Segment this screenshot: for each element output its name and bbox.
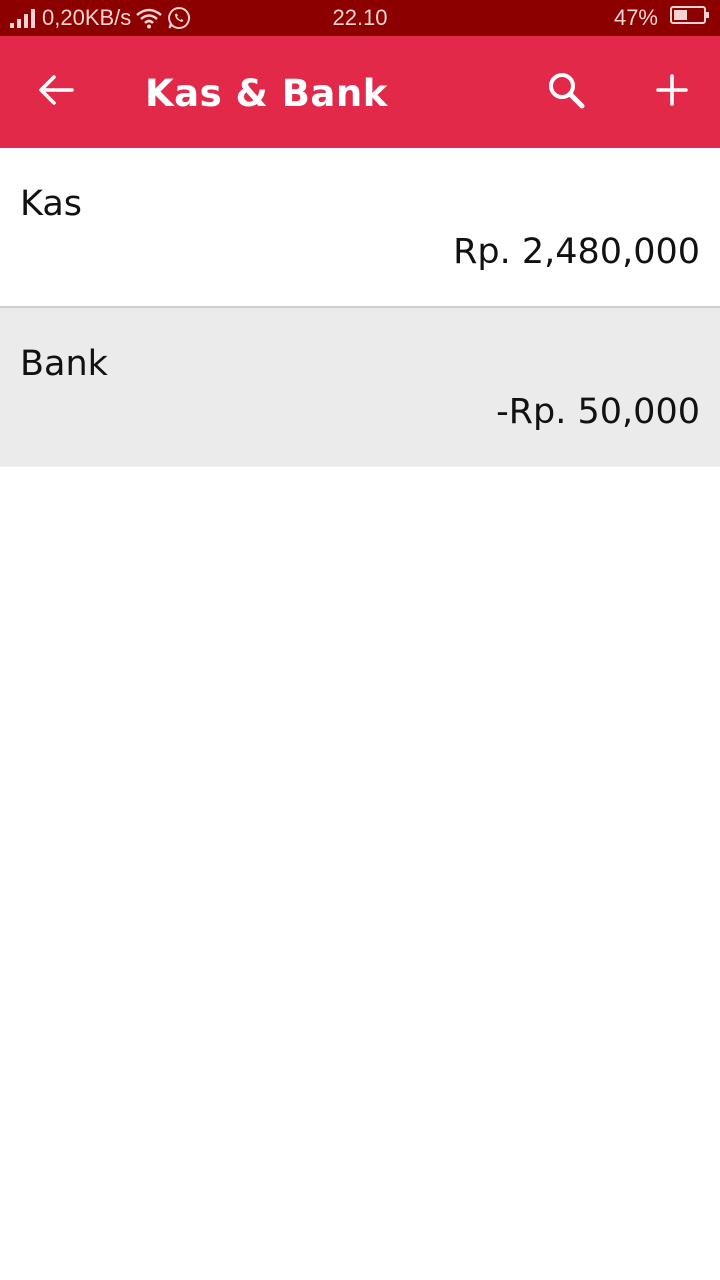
plus-icon xyxy=(655,73,689,111)
back-button[interactable] xyxy=(24,68,88,116)
account-name: Kas xyxy=(20,184,83,224)
status-right: 47% xyxy=(614,0,710,36)
app-bar: Kas & Bank xyxy=(0,36,720,148)
back-arrow-icon xyxy=(38,74,74,110)
list-item-bank[interactable]: Bank -Rp. 50,000 xyxy=(0,308,720,467)
battery-percent: 47% xyxy=(613,5,658,30)
list-item-kas[interactable]: Kas Rp. 2,480,000 xyxy=(0,148,720,308)
account-name: Bank xyxy=(20,344,108,384)
status-time: 22.10 xyxy=(332,5,388,30)
account-balance: -Rp. 50,000 xyxy=(496,392,700,432)
page-title: Kas & Bank xyxy=(145,72,388,115)
add-button[interactable] xyxy=(642,64,702,120)
battery-icon xyxy=(670,5,710,31)
search-icon xyxy=(547,71,585,113)
account-list: Kas Rp. 2,480,000 Bank -Rp. 50,000 xyxy=(0,148,720,467)
account-balance: Rp. 2,480,000 xyxy=(453,232,700,272)
search-button[interactable] xyxy=(536,64,596,120)
status-bar: 0,20KB/s 22.10 47% xyxy=(0,0,720,36)
